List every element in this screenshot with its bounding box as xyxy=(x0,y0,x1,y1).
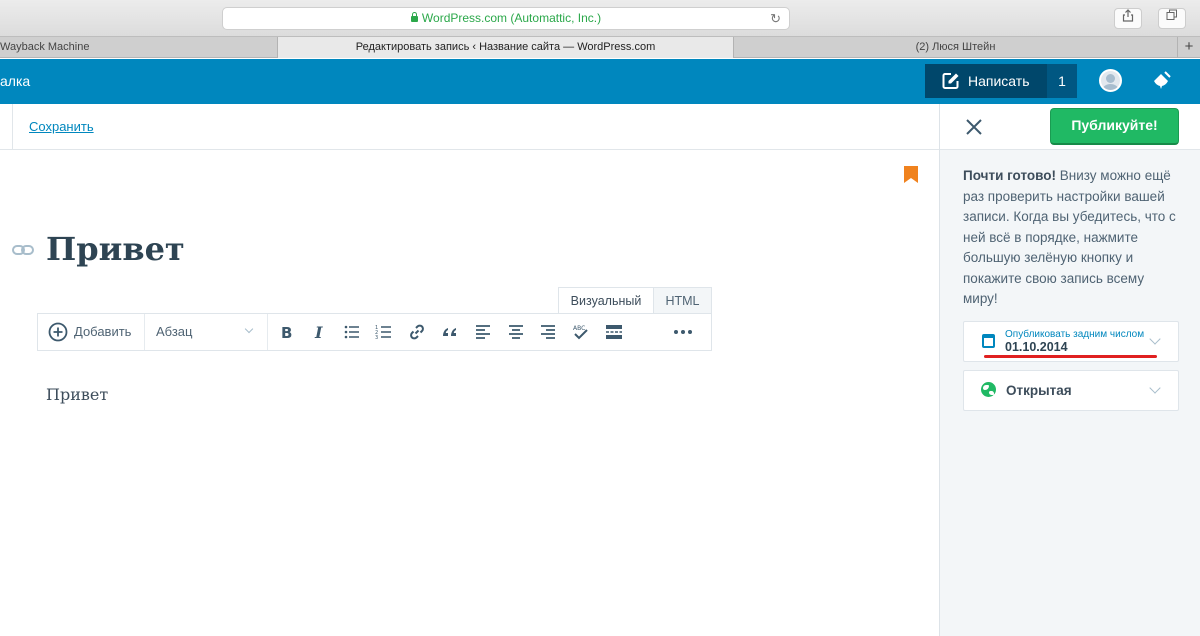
bookmark-icon[interactable] xyxy=(904,166,918,183)
site-title[interactable]: алка xyxy=(0,59,30,104)
post-content[interactable]: Привет xyxy=(46,385,108,404)
post-title[interactable]: Привет xyxy=(46,230,185,268)
share-button[interactable] xyxy=(1114,8,1142,29)
format-select-label: Абзац xyxy=(156,324,193,339)
bullet-list-icon[interactable] xyxy=(343,323,361,341)
tab-visual[interactable]: Визуальный xyxy=(558,287,654,314)
tabs-icon xyxy=(1166,9,1177,20)
visibility-card[interactable]: Открытая xyxy=(963,370,1179,411)
read-more-icon[interactable] xyxy=(605,323,623,341)
avatar[interactable] xyxy=(1099,69,1122,92)
divider xyxy=(267,314,268,350)
editor-header: Сохранить xyxy=(0,104,939,150)
editor-toolbar: Добавить Абзац B I 123 ABC xyxy=(37,313,712,351)
divider xyxy=(144,314,145,350)
blockquote-icon[interactable] xyxy=(441,323,459,341)
share-icon xyxy=(1122,9,1134,22)
sidebar-header: Публикуйте! xyxy=(940,104,1200,150)
write-button[interactable]: Написать xyxy=(925,64,1047,98)
add-circle-icon xyxy=(48,322,68,342)
align-center-icon[interactable] xyxy=(507,323,525,341)
drafts-count[interactable]: 1 xyxy=(1047,64,1077,98)
date-label: Опубликовать задним числом xyxy=(1005,329,1145,340)
divider xyxy=(12,104,13,149)
permalink-icon[interactable] xyxy=(12,243,34,257)
tabs-overview-button[interactable] xyxy=(1158,8,1186,29)
numbered-list-icon[interactable]: 123 xyxy=(375,323,393,341)
publish-notice: Почти готово! Внизу можно ещё раз провер… xyxy=(963,166,1179,310)
post-date-card[interactable]: Опубликовать задним числом 01.10.2014 xyxy=(963,321,1179,362)
svg-text:I: I xyxy=(314,323,323,341)
tab-editor[interactable]: Редактировать запись ‹ Название сайта — … xyxy=(278,37,734,58)
browser-toolbar: WordPress.com (Automattic, Inc.) ↻ xyxy=(0,0,1200,36)
tab-bar: Wayback Machine Редактировать запись ‹ Н… xyxy=(0,36,1200,58)
notice-bold: Почти готово! xyxy=(963,168,1057,183)
lock-icon xyxy=(410,12,418,22)
tab-profile[interactable]: (2) Люся Штейн xyxy=(734,37,1178,58)
link-icon[interactable] xyxy=(408,323,426,341)
svg-text:ABC: ABC xyxy=(573,325,585,332)
masterbar: алка Написать 1 xyxy=(0,59,1200,104)
notifications-icon[interactable] xyxy=(1150,70,1172,97)
notice-text: Внизу можно ещё раз проверить настройки … xyxy=(963,168,1176,306)
date-value: 01.10.2014 xyxy=(1005,340,1068,354)
chevron-down-icon xyxy=(244,324,254,334)
chevron-down-icon xyxy=(1149,333,1161,345)
edit-icon xyxy=(942,73,959,89)
italic-icon[interactable]: I xyxy=(310,323,328,341)
address-bar[interactable]: WordPress.com (Automattic, Inc.) ↻ xyxy=(222,7,790,30)
spellcheck-icon[interactable]: ABC xyxy=(572,323,590,341)
save-button[interactable]: Сохранить xyxy=(29,119,94,134)
globe-icon xyxy=(981,382,996,397)
more-icon[interactable] xyxy=(672,323,694,341)
red-underline xyxy=(984,355,1157,358)
tab-wayback[interactable]: Wayback Machine xyxy=(0,37,278,58)
reload-icon[interactable]: ↻ xyxy=(770,8,781,29)
chevron-down-icon xyxy=(1149,382,1161,394)
svg-text:B: B xyxy=(281,324,292,341)
align-right-icon[interactable] xyxy=(539,323,557,341)
bold-icon[interactable]: B xyxy=(277,323,295,341)
add-label: Добавить xyxy=(74,324,132,339)
tab-html[interactable]: HTML xyxy=(653,287,712,314)
close-icon[interactable] xyxy=(965,118,983,136)
visibility-label: Открытая xyxy=(1006,383,1072,398)
address-text: WordPress.com (Automattic, Inc.) xyxy=(421,11,602,25)
new-tab-button[interactable]: + xyxy=(1178,37,1200,58)
publish-sidebar: Публикуйте! Почти готово! Внизу можно ещ… xyxy=(939,104,1200,636)
publish-button[interactable]: Публикуйте! xyxy=(1050,108,1179,145)
svg-text:3: 3 xyxy=(375,335,378,341)
write-label: Написать xyxy=(968,73,1030,89)
calendar-icon xyxy=(982,334,995,348)
align-left-icon[interactable] xyxy=(474,323,492,341)
